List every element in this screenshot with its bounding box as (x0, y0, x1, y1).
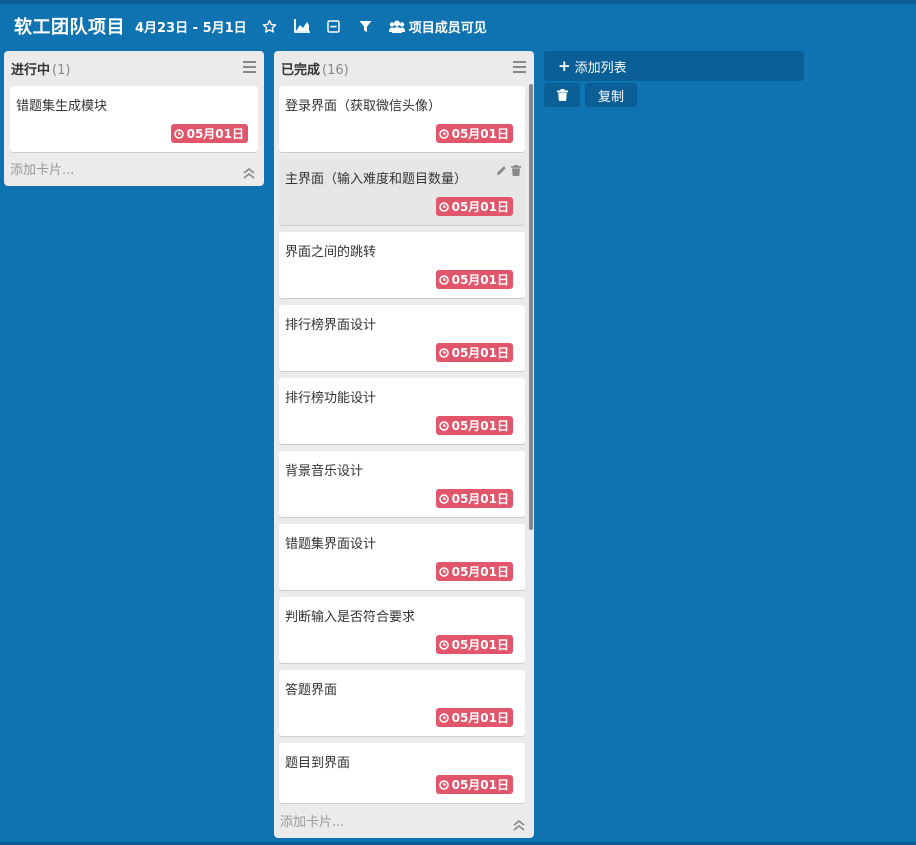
list-done: 已完成 (16) 登录界面（获取微信头像） 05月01日 主界面（输入难度和题目数量）… (274, 51, 534, 838)
due-date-badge[interactable]: 05月01日 (435, 775, 513, 794)
list-in-progress: 进行中 (1) 错题集生成模块 05月01日 添加卡片... (4, 51, 264, 186)
clock-icon (438, 347, 449, 358)
card[interactable]: 主界面（输入难度和题目数量） 05月01日 (279, 159, 525, 225)
due-date-badge[interactable]: 05月01日 (435, 562, 513, 581)
add-list-label: 添加列表 (574, 60, 627, 76)
card-title: 答题界面 (285, 683, 338, 698)
card[interactable]: 错题集生成模块 05月01日 (10, 86, 258, 152)
edit-icon[interactable] (496, 165, 507, 176)
delete-button[interactable] (544, 83, 580, 107)
plus-icon: + (558, 57, 571, 75)
card-title: 背景音乐设计 (285, 464, 364, 479)
collapse-box-icon[interactable] (325, 17, 343, 35)
card[interactable]: 错题集界面设计 05月01日 (279, 524, 525, 590)
card[interactable]: 界面之间的跳转 05月01日 (279, 232, 525, 298)
list-title[interactable]: 已完成 (16) (281, 59, 349, 78)
users-icon (388, 20, 405, 33)
card[interactable]: 答题界面 05月01日 (279, 670, 525, 736)
card-title: 错题集生成模块 (16, 99, 108, 114)
filter-icon[interactable] (357, 17, 375, 35)
add-list-button[interactable]: + 添加列表 (544, 51, 804, 81)
list-menu-icon[interactable] (513, 61, 526, 73)
due-date-badge[interactable]: 05月01日 (435, 197, 513, 216)
list-header: 进行中 (1) (4, 51, 264, 83)
trash-icon (556, 89, 568, 101)
card-title: 登录界面（获取微信头像） (285, 99, 442, 114)
members-label: 项目成员可见 (408, 20, 487, 36)
due-date-badge[interactable]: 05月01日 (170, 124, 248, 143)
copy-button[interactable]: 复制 (585, 83, 637, 107)
list-header: 已完成 (16) (274, 51, 534, 83)
due-date-badge[interactable]: 05月01日 (435, 489, 513, 508)
star-icon[interactable] (261, 17, 279, 35)
due-date-badge[interactable]: 05月01日 (435, 270, 513, 289)
board-title[interactable]: 软工团队项目 (14, 13, 125, 39)
add-card-link[interactable]: 添加卡片... (280, 811, 344, 830)
list-menu-icon[interactable] (243, 61, 256, 73)
card[interactable]: 排行榜功能设计 05月01日 (279, 378, 525, 444)
scrollbar-thumb[interactable] (529, 84, 533, 530)
card-tools (496, 165, 521, 176)
card-title: 排行榜功能设计 (285, 391, 377, 406)
card-title: 题目到界面 (285, 756, 351, 771)
card-title: 排行榜界面设计 (285, 318, 377, 333)
collapse-icon[interactable] (243, 164, 255, 179)
card[interactable]: 背景音乐设计 05月01日 (279, 451, 525, 517)
clock-icon (438, 420, 449, 431)
board-header: 软工团队项目 4月23日 - 5月1日 项目成员可见 (0, 4, 916, 48)
due-date-badge[interactable]: 05月01日 (435, 343, 513, 362)
add-card-link[interactable]: 添加卡片... (10, 159, 74, 178)
collapse-icon[interactable] (513, 816, 525, 831)
clock-icon (438, 493, 449, 504)
chart-icon[interactable] (293, 17, 311, 35)
card[interactable]: 判断输入是否符合要求 05月01日 (279, 597, 525, 663)
clock-icon (438, 712, 449, 723)
list-count: (16) (322, 63, 349, 78)
card[interactable]: 题目到界面 05月01日 (279, 743, 525, 803)
list-count: (1) (52, 63, 71, 78)
card[interactable]: 登录界面（获取微信头像） 05月01日 (279, 86, 525, 152)
clock-icon (438, 274, 449, 285)
members-visibility[interactable]: 项目成员可见 (388, 17, 487, 36)
due-date-badge[interactable]: 05月01日 (435, 416, 513, 435)
board-dates[interactable]: 4月23日 - 5月1日 (135, 17, 247, 36)
card-title: 错题集界面设计 (285, 537, 377, 552)
due-date-badge[interactable]: 05月01日 (435, 708, 513, 727)
card[interactable]: 排行榜界面设计 05月01日 (279, 305, 525, 371)
clock-icon (438, 201, 449, 212)
due-date-badge[interactable]: 05月01日 (435, 124, 513, 143)
card-title: 主界面（输入难度和题目数量） (285, 172, 468, 187)
clock-icon (173, 128, 184, 139)
list-title[interactable]: 进行中 (1) (11, 59, 70, 78)
clock-icon (438, 639, 449, 650)
due-date-badge[interactable]: 05月01日 (435, 635, 513, 654)
clock-icon (438, 128, 449, 139)
clock-icon (438, 779, 449, 790)
card-title: 界面之间的跳转 (285, 245, 377, 260)
trash-icon[interactable] (511, 165, 521, 176)
card-title: 判断输入是否符合要求 (285, 610, 416, 625)
clock-icon (438, 566, 449, 577)
